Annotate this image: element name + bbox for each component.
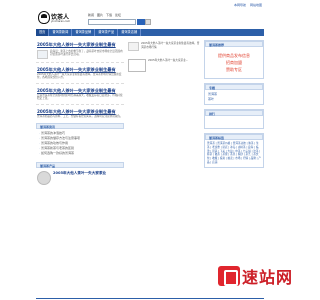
- logo[interactable]: 饮茶人 yincharen.com: [38, 10, 70, 28]
- tags-box-header: 普洱茶标签: [205, 134, 263, 140]
- divider: [36, 82, 124, 84]
- divider: [36, 103, 124, 105]
- top-link-sitemap[interactable]: 网站地图: [250, 3, 262, 7]
- article-item: 2005年大他人茶叶一失大家茶业制生最有 2005年大他人茶叶一失大家茶业制生最…: [36, 65, 124, 81]
- article-thumbnail[interactable]: [37, 49, 48, 59]
- content: 2005年大他人茶叶一失大家茶业制生最有 勐海县：新茶上市的季节到了，勐海茶叶交…: [36, 36, 264, 296]
- product-image[interactable]: [37, 171, 51, 186]
- image-item: 2005年大他人茶叶一失大家茶业...: [128, 59, 200, 72]
- topic-box: 专题 普洱茶 茶叶: [204, 83, 264, 105]
- featured-caption[interactable]: 2005年大他人茶叶一失大家茶业制生最有效率，普洱茶市场行情: [141, 42, 200, 51]
- right-column: 普洱茶推荐 提供商品发布信息 招商加盟 赞助专区 专题 普洱茶 茶叶 排行 普洱…: [204, 40, 264, 172]
- watermark-logo-icon: [218, 266, 240, 286]
- featured-item: 2005年大他人茶叶一失大家茶业制生最有效率，普洱茶市场行情: [128, 40, 200, 53]
- article-summary: 勐海县：新茶上市的季节到了，勐海茶叶交易市场在全县范围内对优质茶叶进行评比活动。: [50, 49, 123, 57]
- list-item[interactable]: 如何选购一款好的普洱茶: [39, 151, 121, 156]
- middle-column: 2005年大他人茶叶一失大家茶业制生最有效率，普洱茶市场行情 2005年大他人茶…: [128, 40, 200, 72]
- watermark-text: 速站网: [242, 268, 294, 287]
- promo-line[interactable]: 招商加盟: [207, 59, 261, 66]
- product-title[interactable]: 2005年大他人茶叶一失大家茶业: [53, 171, 106, 185]
- header: 饮茶人 yincharen.com 新闻 图片 下载 论坛: [36, 9, 264, 29]
- nav-item-news[interactable]: 普洱茶新闻: [49, 29, 73, 36]
- promo-text: 提供商品发布信息 招商加盟 赞助专区: [205, 47, 263, 78]
- nav-item-products[interactable]: 普洱茶产品: [95, 29, 119, 36]
- image-caption[interactable]: 2005年大他人茶叶一失大家茶业...: [148, 59, 188, 63]
- nav-item-shops[interactable]: 普洱茶店铺: [118, 29, 142, 36]
- featured-image[interactable]: [128, 42, 139, 51]
- top-link-nav[interactable]: 本网导航: [234, 3, 246, 7]
- article-item: 2005年大他人茶叶一失大家茶业制生最有 普洱茶的品质与原料、工艺、仓储有着密切…: [36, 107, 124, 120]
- divider: [36, 61, 124, 63]
- promo-line[interactable]: 赞助专区: [207, 66, 261, 73]
- promo-line[interactable]: 提供商品发布信息: [207, 52, 261, 59]
- logo-domain: yincharen.com: [51, 20, 71, 23]
- header-link-forum[interactable]: 论坛: [115, 13, 121, 17]
- promo-box-header: 普洱茶推荐: [205, 41, 263, 47]
- main-nav: 首页 普洱茶新闻 普洱茶品牌 普洱茶产品 普洱茶店铺: [36, 29, 264, 36]
- search-bar: [88, 19, 151, 25]
- product-box: 普洱茶产品 2005年大他人茶叶一失大家茶业: [36, 162, 124, 188]
- footer-line: [36, 298, 264, 299]
- header-link-download[interactable]: 下载: [106, 13, 112, 17]
- page: 本网导航 网站地图 饮茶人 yincharen.com 新闻 图片 下载 论坛 …: [36, 0, 264, 300]
- left-column: 2005年大他人茶叶一失大家茶业制生最有 勐海县：新茶上市的季节到了，勐海茶叶交…: [36, 40, 124, 188]
- header-nav: 新闻 图片 下载 论坛: [88, 13, 121, 17]
- article-summary: 2005年大他人茶叶一失大家茶业制生最有效率，普洱茶市场行情出现新变化，各地商家…: [37, 72, 122, 80]
- ranking-box-header: 排行: [205, 110, 263, 116]
- top-links: 本网导航 网站地图: [36, 0, 264, 9]
- search-input[interactable]: [88, 19, 136, 25]
- product-item: 2005年大他人茶叶一失大家茶业: [36, 168, 124, 188]
- article-item: 2005年大他人茶叶一失大家茶业制生最有 勐海县：新茶上市的季节到了，勐海茶叶交…: [36, 40, 124, 60]
- ranking-box: 排行: [204, 109, 264, 129]
- article-title[interactable]: 2005年大他人茶叶一失大家茶业制生最有: [37, 42, 123, 48]
- news-box-header: 普洱茶资讯: [36, 123, 124, 130]
- nav-item-brands[interactable]: 普洱茶品牌: [72, 29, 96, 36]
- header-link-images[interactable]: 图片: [97, 13, 103, 17]
- article-item: 2005年大他人茶叶一失大家茶业制生最有 云南普洱茶在全国各地的影响力越来越大，…: [36, 86, 124, 102]
- image-placeholder[interactable]: [128, 59, 146, 72]
- article-title[interactable]: 2005年大他人茶叶一失大家茶业制生最有: [37, 88, 123, 94]
- promo-box: 普洱茶推荐 提供商品发布信息 招商加盟 赞助专区: [204, 40, 264, 79]
- news-box: 普洱茶资讯 普洱茶的冲泡技巧 普洱茶的储存方法与注意事项 普洱茶的功效与作用 普…: [36, 123, 124, 158]
- article-summary: 普洱茶的品质与原料、工艺、仓储有着密切关系，选购时应注意辨别真伪。: [37, 114, 123, 118]
- header-link-news[interactable]: 新闻: [88, 13, 94, 17]
- nav-item-home[interactable]: 首页: [36, 29, 50, 36]
- topic-box-header: 专题: [205, 84, 263, 90]
- news-list: 普洱茶的冲泡技巧 普洱茶的储存方法与注意事项 普洱茶的功效与作用 普洱茶新茶与老…: [36, 129, 124, 158]
- logo-mark-icon: [38, 11, 50, 24]
- list-item[interactable]: 茶叶: [208, 97, 260, 102]
- product-box-header: 普洱茶产品: [36, 162, 124, 169]
- tag-cloud[interactable]: 普洱茶 | 普洱茶价格 | 普洱茶功效 | 熟茶 | 生茶 | 老班章 | 易武…: [205, 140, 263, 167]
- article-title[interactable]: 2005年大他人茶叶一失大家茶业制生最有: [37, 67, 123, 73]
- search-button[interactable]: [136, 19, 145, 25]
- search-option-button[interactable]: [145, 19, 151, 25]
- topic-list: 普洱茶 茶叶: [205, 90, 263, 104]
- watermark: 速站网: [218, 262, 296, 290]
- article-summary: 云南普洱茶在全国各地的影响力越来越大，收藏爱好者日益增多，价格持续稳定上涨。: [37, 93, 123, 101]
- tags-box: 普洱茶标签 普洱茶 | 普洱茶价格 | 普洱茶功效 | 熟茶 | 生茶 | 老班…: [204, 133, 264, 168]
- article-title[interactable]: 2005年大他人茶叶一失大家茶业制生最有: [37, 109, 123, 115]
